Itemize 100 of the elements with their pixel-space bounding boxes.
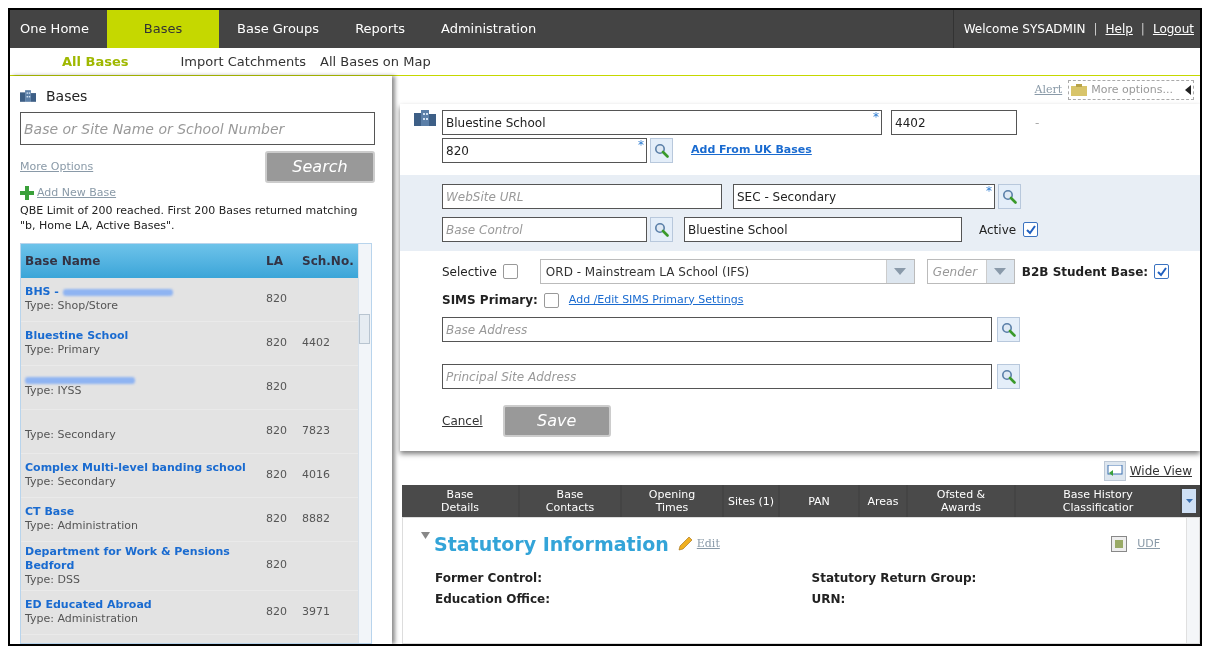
table-cell-text: 820 (266, 334, 288, 351)
section-title: Statutory Information (434, 532, 669, 557)
nav-link[interactable]: Help (1105, 20, 1133, 38)
field-label: URN: (810, 590, 847, 608)
building-icon (414, 110, 436, 126)
briefcase-icon (1071, 84, 1088, 96)
detail-tab[interactable]: Base History Classificatior (1016, 485, 1180, 517)
type-text: Type: Secondary (25, 475, 117, 489)
tab-menu-button[interactable] (1182, 489, 1196, 513)
table-cell-text: 820 (266, 557, 288, 574)
search-icon (1001, 322, 1016, 337)
input-field[interactable]: 4402 (891, 110, 1017, 135)
input-field[interactable]: Principal Site Address (442, 364, 992, 389)
pencil-icon (676, 536, 693, 553)
input-field[interactable]: Base Address (442, 317, 992, 342)
nav-link[interactable]: Logout (1152, 20, 1194, 38)
field-label: Education Office: (434, 590, 551, 608)
detail-tab[interactable]: Base Contacts (520, 485, 620, 517)
cancel-link[interactable]: Cancel (442, 412, 483, 430)
nav-tab[interactable]: One Home (10, 10, 107, 48)
table-cell-text: 820 (266, 603, 288, 620)
required-mark: * (873, 111, 879, 123)
base-name-link[interactable]: CT Base (25, 505, 75, 519)
base-name-link[interactable]: Bluestine School (25, 329, 129, 343)
status-message: QBE Limit of 200 reached. First 200 Bases returned matching "b, Home LA, Active Bases". (20, 202, 359, 233)
table-cell-text: 8882 (302, 510, 331, 527)
caret-icon (1185, 85, 1191, 95)
dropdown[interactable]: ORD - Mainstream LA School (IFS) (539, 259, 915, 284)
detail-tab[interactable]: Ofsted & Awards (908, 485, 1014, 517)
required-mark: * (638, 139, 644, 151)
base-name-link[interactable]: BHS - (25, 285, 59, 299)
search-button[interactable] (998, 184, 1021, 209)
scrollbar[interactable] (1186, 518, 1199, 643)
search-icon (1002, 189, 1017, 204)
checkbox[interactable] (1154, 264, 1170, 279)
checkbox[interactable] (502, 264, 518, 279)
table-cell-text: 3971 (302, 603, 331, 620)
table-cell-text: 820 (266, 422, 288, 439)
base-name-link[interactable]: Complex Multi-level banding school (25, 461, 246, 475)
base-name-link[interactable]: Department for Work & Pensions Bedford (25, 544, 266, 573)
input-field[interactable]: WebSite URL (442, 184, 722, 209)
search-icon (654, 222, 669, 237)
caret-icon (1185, 499, 1193, 503)
search-button[interactable] (650, 138, 673, 163)
sub-nav-tab[interactable]: All Bases on Map (320, 51, 445, 72)
input-field[interactable]: Bluestine School (684, 217, 962, 242)
search-button[interactable] (650, 217, 673, 242)
add-from-uk-link[interactable]: Add From UK Bases (691, 142, 812, 159)
column-header[interactable]: Sch.No. (302, 251, 358, 270)
type-text: Type: Primary (25, 343, 101, 357)
field-label: Selective (442, 263, 497, 281)
detail-tab[interactable]: Areas (860, 485, 906, 517)
table-cell-text: 820 (266, 290, 288, 307)
detail-tab[interactable]: PAN (780, 485, 858, 517)
sims-settings-link[interactable]: Add /Edit SIMS Primary Settings (568, 291, 744, 309)
required-mark: * (986, 185, 992, 197)
base-name-link[interactable]: ED Educated Abroad (25, 598, 152, 612)
checkbox[interactable] (1023, 222, 1039, 237)
input-field[interactable]: Base Control (442, 217, 647, 242)
scrollbar[interactable] (358, 243, 371, 643)
table-cell-text: 7823 (302, 422, 331, 439)
field-label: SIMS Primary: (442, 292, 538, 309)
column-header[interactable]: Base Name (21, 251, 266, 270)
type-text: Type: IYSS (25, 383, 83, 398)
type-text: Type: Secondary (25, 427, 117, 442)
type-text: Type: Administration (25, 519, 139, 533)
sub-nav-tab[interactable]: Import Catchments (180, 51, 321, 72)
detail-tab[interactable]: Base Details (402, 485, 518, 517)
search-button[interactable] (997, 364, 1020, 389)
field-label: Active (979, 221, 1017, 239)
welcome-text: Welcome SYSADMIN (963, 21, 1086, 38)
collapse-icon[interactable] (421, 532, 430, 539)
search-icon (1001, 369, 1016, 384)
detail-tab[interactable]: Opening Times (622, 485, 722, 517)
plus-icon (20, 186, 34, 201)
field-label: Statutory Return Group: (810, 569, 978, 587)
input-field[interactable]: Base or Site Name or School Number (20, 112, 375, 145)
field-label: B2B Student Base: (1021, 263, 1149, 281)
column-header[interactable]: LA (266, 251, 302, 270)
caret-icon (894, 268, 907, 275)
caret-icon (994, 268, 1007, 275)
checkbox[interactable] (543, 292, 559, 308)
wide-view-link[interactable]: Wide View (1129, 462, 1192, 480)
nav-tab[interactable]: Reports (337, 10, 423, 48)
nav-tab[interactable]: Administration (423, 10, 555, 48)
separator-text: | (1093, 21, 1098, 38)
dash-text: - (1035, 115, 1040, 132)
type-text: Type: DSS (25, 572, 81, 587)
building-icon (20, 88, 36, 104)
table-cell-text: 820 (266, 510, 288, 527)
table-cell-text: 4016 (302, 466, 331, 483)
search-button[interactable] (997, 317, 1020, 342)
wide-view-icon (1103, 461, 1126, 481)
type-text: Type: Administration (25, 612, 139, 626)
field-label: Former Control: (434, 569, 543, 587)
nav-tab[interactable]: Bases (107, 10, 219, 48)
nav-tab[interactable]: Base Groups (219, 10, 338, 48)
table-cell-text: 820 (266, 466, 288, 483)
detail-tab[interactable]: Sites (1) (724, 485, 778, 517)
panel-title: Bases (46, 86, 88, 106)
